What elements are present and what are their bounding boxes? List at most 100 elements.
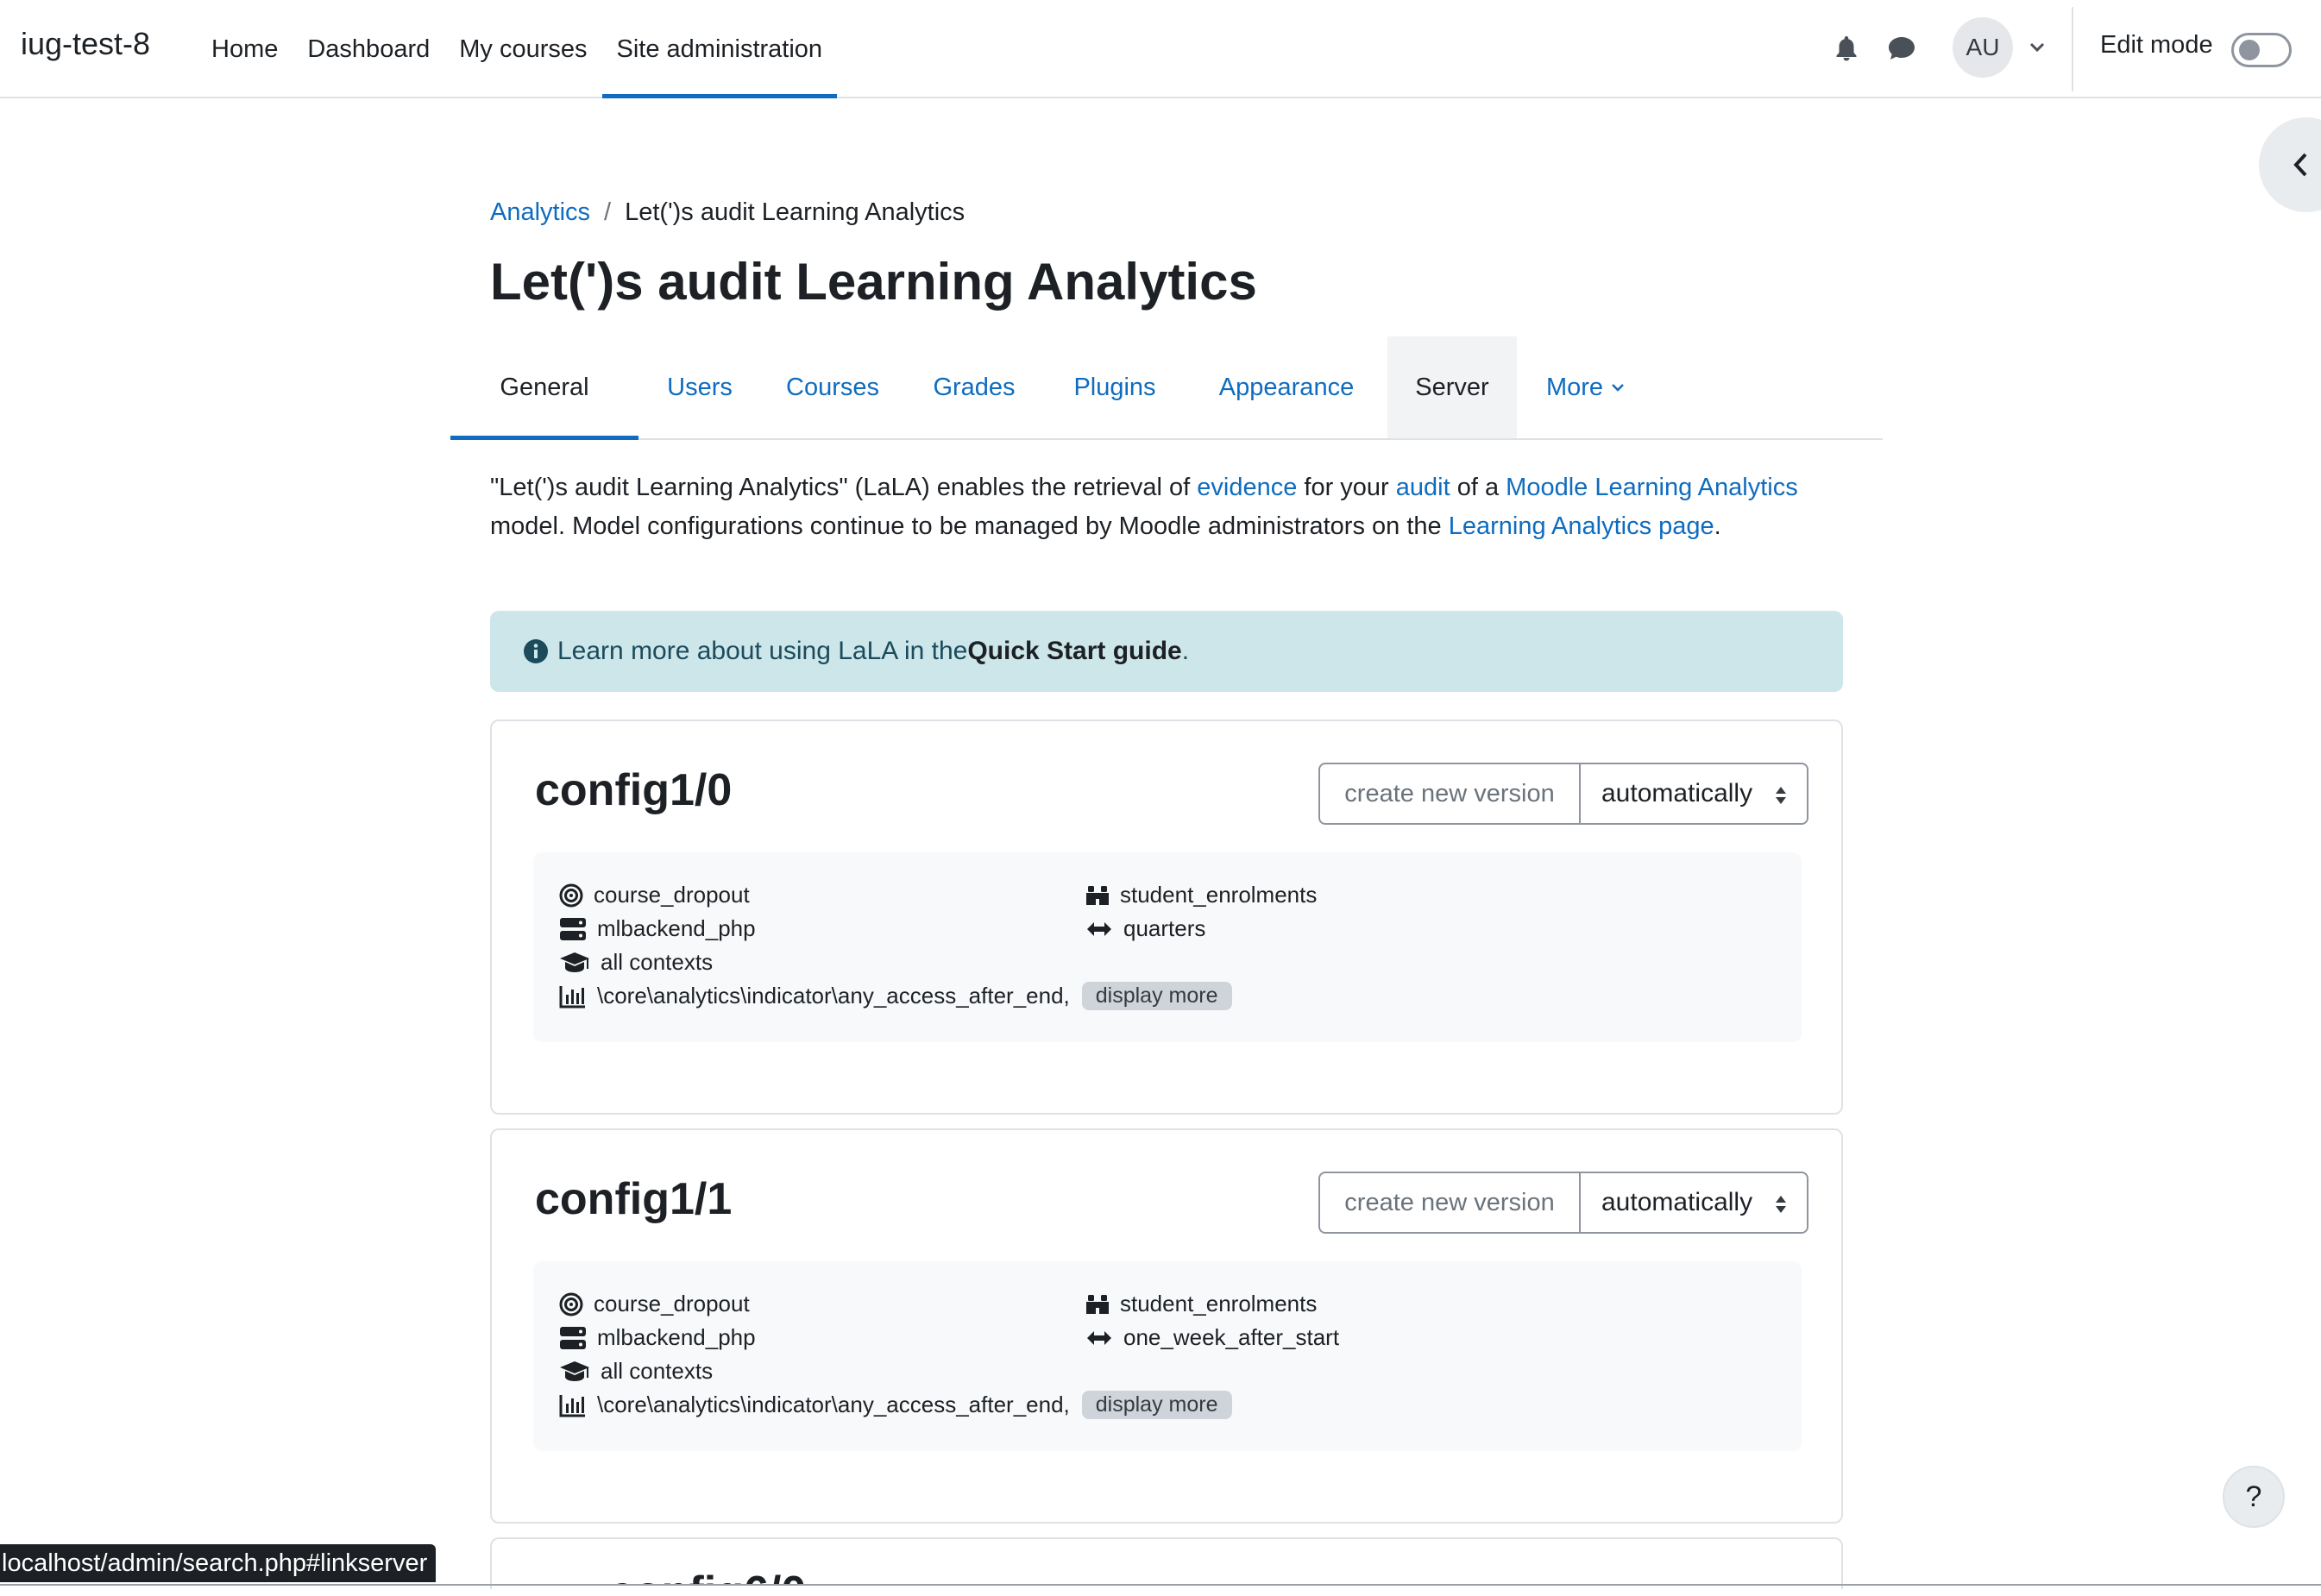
link-moodle-learning-analytics[interactable]: Moodle Learning Analytics — [1506, 474, 1798, 501]
bar-chart-icon — [559, 1394, 585, 1417]
chevron-left-icon — [2293, 153, 2307, 177]
binoculars-icon — [1086, 885, 1109, 905]
time-splitting-row: one_week_after_start — [1085, 1324, 1339, 1351]
select-arrows-icon — [1776, 1196, 1786, 1213]
breadcrumb-separator: / — [604, 198, 612, 226]
indicators-row: \core\analytics\indicator\any_access_aft… — [559, 982, 1232, 1010]
arrows-left-right-icon — [1087, 921, 1111, 936]
version-mode-select[interactable]: automatically — [1581, 1173, 1807, 1232]
tab-general[interactable]: General — [450, 336, 638, 440]
breadcrumb-analytics[interactable]: Analytics — [490, 198, 590, 227]
bar-chart-icon — [559, 985, 585, 1008]
edit-mode-toggle[interactable] — [2231, 33, 2292, 67]
config-title-clip: config6/0 — [609, 1570, 954, 1584]
contexts-row: all contexts — [559, 1358, 713, 1385]
intro-text-3: of a — [1450, 474, 1506, 501]
version-controls: create new version automatically — [1318, 1172, 1808, 1234]
arrows-left-right-icon — [1087, 1330, 1111, 1345]
contexts-value: all contexts — [601, 1358, 714, 1384]
analyser-row: student_enrolments — [1085, 1291, 1317, 1317]
config-details: course_dropout mlbackend_php all context… — [533, 1261, 1802, 1451]
display-more-button[interactable]: display more — [1081, 1391, 1232, 1419]
predictor-value: mlbackend_php — [597, 1324, 756, 1350]
create-new-version-button[interactable]: create new version — [1320, 1173, 1581, 1232]
contexts-value: all contexts — [601, 949, 714, 975]
chevron-down-icon[interactable] — [2024, 35, 2050, 60]
user-avatar[interactable]: AU — [1953, 17, 2013, 78]
tab-server[interactable]: Server — [1387, 336, 1517, 438]
config-details: course_dropout mlbackend_php all context… — [533, 852, 1802, 1042]
config-title: config1/1 — [535, 1174, 733, 1224]
help-button[interactable]: ? — [2223, 1466, 2285, 1528]
tab-plugins[interactable]: Plugins — [1044, 336, 1186, 438]
target-row: course_dropout — [559, 1291, 750, 1317]
target-value: course_dropout — [594, 1291, 750, 1316]
top-navbar: iug-test-8 Home Dashboard My courses Sit… — [0, 0, 2321, 98]
chevron-down-icon — [1612, 384, 1624, 392]
quick-start-guide-link[interactable]: Quick Start guide — [967, 637, 1181, 666]
intro-text-1: "Let(')s audit Learning Analytics" (LaLA… — [490, 474, 1198, 501]
nav-home[interactable]: Home — [197, 0, 292, 98]
create-new-version-button[interactable]: create new version — [1320, 764, 1581, 823]
analyser-value: student_enrolments — [1120, 882, 1318, 908]
config-title: config1/0 — [535, 765, 733, 815]
version-mode-value: automatically — [1601, 779, 1753, 807]
link-evidence[interactable]: evidence — [1197, 474, 1297, 501]
notifications-bell-icon[interactable] — [1829, 31, 1864, 66]
toggle-knob — [2239, 40, 2260, 60]
edit-mode-label: Edit mode — [2100, 31, 2213, 59]
analyser-row: student_enrolments — [1085, 882, 1317, 908]
nav-dashboard[interactable]: Dashboard — [292, 0, 444, 98]
secondary-navigation: General Users Courses Grades Plugins App… — [450, 336, 1883, 440]
intro-paragraph: "Let(')s audit Learning Analytics" (LaLA… — [490, 468, 1836, 546]
target-bullseye-icon — [559, 1292, 583, 1316]
status-bar-url: localhost/admin/search.php#linkserver — [0, 1544, 437, 1582]
site-brand[interactable]: iug-test-8 — [21, 26, 150, 62]
config-title: config6/0 — [609, 1570, 954, 1584]
nav-my-courses[interactable]: My courses — [444, 0, 601, 98]
config-card: config1/1 create new version automatical… — [490, 1128, 1843, 1524]
predictor-row: mlbackend_php — [559, 1324, 756, 1351]
messages-chat-icon[interactable] — [1884, 31, 1919, 66]
version-mode-select[interactable]: automatically — [1581, 764, 1807, 823]
link-audit[interactable]: audit — [1396, 474, 1450, 501]
server-icon — [560, 1326, 586, 1349]
open-block-drawer-button[interactable] — [2259, 117, 2321, 212]
predictor-row: mlbackend_php — [559, 915, 756, 942]
graduation-cap-icon — [560, 952, 589, 972]
tab-more-label: More — [1545, 373, 1604, 401]
navbar-divider — [2072, 7, 2073, 91]
server-icon — [560, 917, 586, 940]
indicators-value: \core\analytics\indicator\any_access_aft… — [597, 983, 1070, 1008]
info-alert: Learn more about using LaLA in the Quick… — [490, 611, 1843, 692]
tab-more[interactable]: More — [1517, 336, 1655, 438]
contexts-row: all contexts — [559, 949, 713, 976]
indicators-row: \core\analytics\indicator\any_access_aft… — [559, 1391, 1232, 1419]
alert-text: Learn more about using LaLA in the — [557, 637, 968, 665]
binoculars-icon — [1086, 1294, 1109, 1314]
analyser-value: student_enrolments — [1120, 1291, 1318, 1316]
tab-users[interactable]: Users — [638, 336, 761, 438]
intro-text-4: model. Model configurations continue to … — [490, 512, 1449, 540]
nav-site-administration[interactable]: Site administration — [601, 0, 838, 98]
tab-grades[interactable]: Grades — [904, 336, 1044, 438]
time-splitting-value: one_week_after_start — [1123, 1324, 1340, 1350]
target-value: course_dropout — [594, 882, 750, 908]
tab-appearance[interactable]: Appearance — [1186, 336, 1387, 438]
tab-courses[interactable]: Courses — [761, 336, 904, 438]
intro-text-5: . — [1714, 512, 1721, 540]
version-mode-value: automatically — [1601, 1188, 1753, 1216]
link-learning-analytics-page[interactable]: Learning Analytics page — [1449, 512, 1714, 540]
graduation-cap-icon — [560, 1360, 589, 1381]
display-more-button[interactable]: display more — [1081, 982, 1232, 1010]
predictor-value: mlbackend_php — [597, 915, 756, 941]
page-title: Let(')s audit Learning Analytics — [490, 253, 1257, 311]
time-splitting-value: quarters — [1123, 915, 1206, 941]
time-splitting-row: quarters — [1085, 915, 1205, 942]
alert-suffix: . — [1181, 637, 1190, 665]
primary-navigation: Home Dashboard My courses Site administr… — [197, 0, 837, 98]
breadcrumb-current: Let(')s audit Learning Analytics — [625, 198, 966, 226]
target-row: course_dropout — [559, 882, 750, 908]
indicators-value: \core\analytics\indicator\any_access_aft… — [597, 1392, 1070, 1417]
config-card: config1/0 create new version automatical… — [490, 719, 1843, 1115]
